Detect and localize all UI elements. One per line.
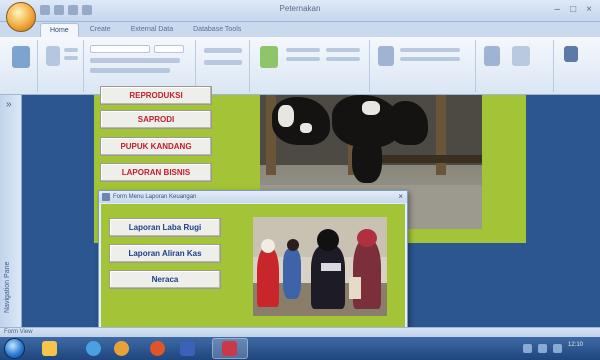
media-player-icon[interactable]: [114, 341, 129, 356]
laporan-laba-rugi-button[interactable]: Laporan Laba Rugi: [109, 218, 221, 237]
find-icon[interactable]: [564, 46, 578, 62]
people-activity-photo: [253, 217, 387, 316]
clock[interactable]: 12:10: [568, 342, 596, 354]
start-button[interactable]: [4, 338, 25, 359]
tab-create[interactable]: Create: [81, 23, 120, 37]
view-icon[interactable]: [12, 46, 30, 68]
tab-home[interactable]: Home: [40, 23, 79, 37]
taskbar: 12:10: [0, 337, 600, 360]
dialog-body: Laporan Laba Rugi Laporan Aliran Kas Ner…: [101, 204, 405, 341]
volume-icon[interactable]: [538, 343, 547, 353]
ribbon: [0, 37, 600, 95]
size-to-fit-icon[interactable]: [484, 46, 500, 66]
ribbon-group-window: [478, 40, 554, 92]
dialog-title: Form Menu Laporan Keuangan: [113, 194, 197, 200]
network-icon[interactable]: [523, 343, 532, 353]
window-controls: – □ ×: [555, 4, 592, 15]
ribbon-group-find: [556, 40, 596, 92]
internet-explorer-icon[interactable]: [86, 341, 101, 356]
reproduksi-button[interactable]: REPRODUKSI: [100, 86, 212, 105]
maximize-button[interactable]: □: [570, 4, 576, 15]
laporan-bisnis-button[interactable]: LAPORAN BISNIS: [100, 163, 212, 182]
word-icon[interactable]: [180, 341, 195, 356]
document-workspace: REPRODUKSI SAPRODI PUPUK KANDANG LAPORAN…: [22, 86, 600, 342]
saprodi-button[interactable]: SAPRODI: [100, 110, 212, 129]
tab-database-tools[interactable]: Database Tools: [184, 23, 250, 37]
title-bar: Peternakan – □ ×: [0, 0, 600, 22]
window-title: Peternakan: [279, 4, 321, 13]
refresh-icon[interactable]: [260, 46, 278, 68]
form-icon: [102, 193, 110, 201]
switch-windows-icon[interactable]: [512, 46, 530, 66]
ribbon-group-sort-filter: [372, 40, 476, 92]
filter-icon[interactable]: [378, 46, 394, 66]
dialog-title-bar[interactable]: Form Menu Laporan Keuangan ×: [99, 191, 407, 203]
ribbon-tabs: Home Create External Data Database Tools: [40, 23, 250, 37]
explorer-icon[interactable]: [42, 341, 57, 356]
system-tray: 12:10: [523, 342, 596, 354]
flag-icon[interactable]: [553, 343, 562, 353]
office-button[interactable]: [6, 2, 36, 32]
navigation-pane[interactable]: » Navigation Pane: [0, 95, 22, 327]
financial-report-dialog: Form Menu Laporan Keuangan × Laporan Lab…: [98, 190, 408, 342]
close-button[interactable]: ×: [586, 4, 592, 15]
access-icon: [222, 341, 237, 356]
ribbon-group-views: [4, 40, 38, 92]
status-bar: Form View: [0, 327, 600, 337]
expand-chevron-icon[interactable]: »: [6, 99, 12, 110]
firefox-icon[interactable]: [150, 341, 165, 356]
neraca-button[interactable]: Neraca: [109, 270, 221, 289]
laporan-aliran-kas-button[interactable]: Laporan Aliran Kas: [109, 244, 221, 263]
ribbon-group-clipboard: [40, 40, 84, 92]
ribbon-group-font: [86, 40, 196, 92]
dialog-close-button[interactable]: ×: [398, 191, 403, 203]
pupuk-kandang-button[interactable]: PUPUK KANDANG: [100, 137, 212, 156]
tab-external-data[interactable]: External Data: [122, 23, 182, 37]
ribbon-group-records: [252, 40, 370, 92]
paste-icon[interactable]: [46, 46, 60, 66]
navigation-pane-label: Navigation Pane: [4, 261, 11, 313]
minimize-button[interactable]: –: [555, 4, 561, 15]
ribbon-group-rich-text: [198, 40, 250, 92]
